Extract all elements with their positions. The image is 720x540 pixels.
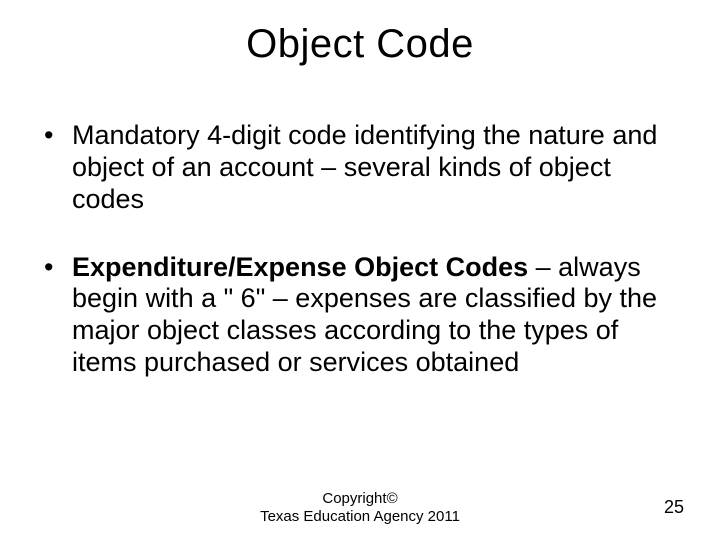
slide: Object Code Mandatory 4-digit code ident… [0,0,720,540]
page-number: 25 [664,497,684,518]
bullet-item: Mandatory 4-digit code identifying the n… [40,120,680,216]
footer-line-2: Texas Education Agency 2011 [0,508,720,526]
bullet-text: Mandatory 4-digit code identifying the n… [72,120,657,214]
bullet-list: Mandatory 4-digit code identifying the n… [40,120,680,379]
footer: Copyright© Texas Education Agency 2011 [0,490,720,526]
bullet-item: Expenditure/Expense Object Codes – alway… [40,252,680,379]
footer-line-1: Copyright© [0,490,720,508]
slide-body: Mandatory 4-digit code identifying the n… [40,120,680,415]
slide-title: Object Code [0,22,720,67]
bullet-bold-lead: Expenditure/Expense Object Codes [72,252,528,282]
